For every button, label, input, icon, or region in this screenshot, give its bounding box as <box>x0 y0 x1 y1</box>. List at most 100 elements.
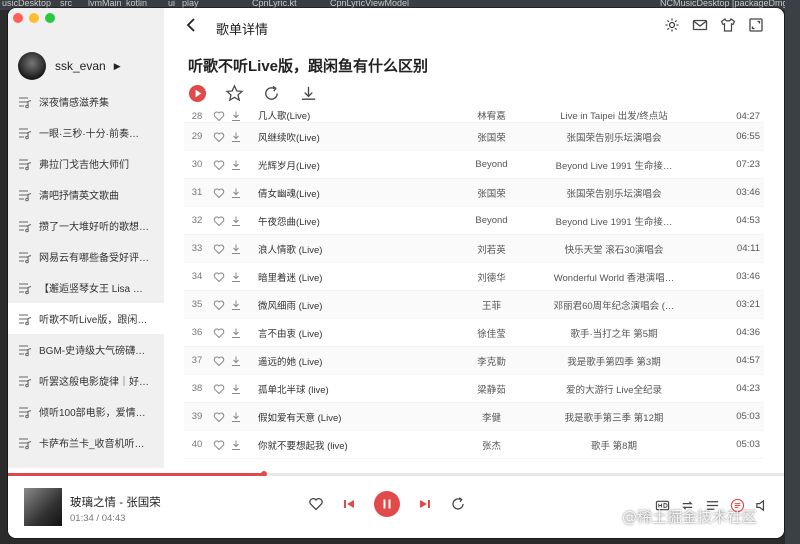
download-icon[interactable] <box>299 84 318 103</box>
maximize-window-button[interactable] <box>45 13 55 23</box>
shirt-icon[interactable] <box>720 17 736 33</box>
song-title[interactable]: 风继续吹(Live) <box>244 130 434 144</box>
song-title[interactable]: 你就不要想起我 (live) <box>244 438 434 452</box>
gear-icon[interactable] <box>664 17 680 33</box>
avatar[interactable] <box>18 52 46 80</box>
song-row[interactable]: 29 风继续吹(Live) 张国荣 张国荣告别乐坛演唱会 06:55 <box>184 123 764 151</box>
song-title[interactable]: 遥远的她 (Live) <box>244 354 434 368</box>
heart-icon[interactable] <box>308 496 324 512</box>
download-icon[interactable] <box>227 111 244 122</box>
song-album[interactable]: 邓丽君60周年纪念演唱会 (… <box>549 298 679 312</box>
song-row[interactable]: 36 言不由衷 (Live) 徐佳莹 歌手·当打之年 第5期 04:36 <box>184 319 764 347</box>
song-row[interactable]: 38 孤单北半球 (live) 梁静茹 爱的大游行 Live全纪录 04:23 <box>184 375 764 403</box>
song-artist[interactable]: 刘德华 <box>434 270 549 284</box>
sidebar-playlist-item[interactable]: 弗拉门戈吉他大师们 <box>8 148 164 179</box>
heart-icon[interactable] <box>210 271 227 283</box>
heart-icon[interactable] <box>210 439 227 451</box>
song-row[interactable]: 32 午夜怨曲(Live) Beyond Beyond Live 1991 生命接… 0… <box>184 207 764 235</box>
sidebar-playlist-item[interactable]: 倾听100部电影，爱情… <box>8 396 164 427</box>
song-album[interactable]: 我是歌手第四季 第3期 <box>549 354 679 368</box>
sidebar-playlist-item[interactable]: 攒了一大堆好听的歌想… <box>8 210 164 241</box>
song-album[interactable]: 快乐天堂 滚石30演唱会 <box>549 242 679 256</box>
pause-button[interactable] <box>374 491 400 517</box>
heart-icon[interactable] <box>210 355 227 367</box>
heart-icon[interactable] <box>210 111 227 122</box>
user-profile[interactable]: ssk_evan ▶ <box>18 52 121 80</box>
song-album[interactable]: 歌手·当打之年 第5期 <box>549 326 679 340</box>
song-album[interactable]: 我是歌手第三季 第12期 <box>549 410 679 424</box>
minimize-window-button[interactable] <box>29 13 39 23</box>
sidebar-playlist-item[interactable]: BGM-史诗级大气磅礴… <box>8 334 164 365</box>
song-title[interactable]: 暗里着迷 (Live) <box>244 270 434 284</box>
song-row[interactable]: 30 光辉岁月(Live) Beyond Beyond Live 1991 生命接… 0… <box>184 151 764 179</box>
song-row[interactable]: 28 几人歌(Live) 林宥嘉 Live in Taipei 出发/终点站 04:27 <box>184 111 764 123</box>
heart-icon[interactable] <box>210 383 227 395</box>
play-all-icon[interactable] <box>188 84 207 103</box>
download-icon[interactable] <box>227 299 244 311</box>
song-artist[interactable]: 张国荣 <box>434 130 549 144</box>
song-artist[interactable]: 王菲 <box>434 298 549 312</box>
song-title[interactable]: 光辉岁月(Live) <box>244 158 434 172</box>
song-album[interactable]: 爱的大游行 Live全纪录 <box>549 382 679 396</box>
heart-icon[interactable] <box>210 327 227 339</box>
album-cover[interactable] <box>24 488 62 526</box>
song-row[interactable]: 37 遥远的她 (Live) 李克勤 我是歌手第四季 第3期 04:57 <box>184 347 764 375</box>
sidebar-playlist-item[interactable]: 一眼·三秒·十分·前奏… <box>8 117 164 148</box>
back-arrow-icon[interactable] <box>184 17 198 33</box>
song-album[interactable]: Wonderful World 香港演唱… <box>549 270 679 284</box>
song-title[interactable]: 微风细雨 (Live) <box>244 298 434 312</box>
download-icon[interactable] <box>227 271 244 283</box>
song-artist[interactable]: 李克勤 <box>434 354 549 368</box>
now-playing-title[interactable]: 玻璃之情 - 张国荣 <box>70 494 161 510</box>
download-icon[interactable] <box>227 215 244 227</box>
sidebar-playlist-item[interactable]: 网易云有哪些备受好评… <box>8 241 164 272</box>
download-icon[interactable] <box>227 243 244 255</box>
song-title[interactable]: 几人歌(Live) <box>244 111 434 122</box>
download-icon[interactable] <box>227 327 244 339</box>
song-artist[interactable]: Beyond <box>434 159 549 170</box>
fullscreen-icon[interactable] <box>748 17 764 33</box>
download-icon[interactable] <box>227 187 244 199</box>
song-title[interactable]: 假如爱有天意 (Live) <box>244 410 434 424</box>
download-icon[interactable] <box>227 131 244 143</box>
song-album[interactable]: Beyond Live 1991 生命接… <box>549 158 679 172</box>
sidebar-playlist-item[interactable]: 【邂逅竖琴女王 Lisa … <box>8 272 164 303</box>
song-title[interactable]: 言不由衷 (Live) <box>244 326 434 340</box>
song-album[interactable]: Beyond Live 1991 生命接… <box>549 214 679 228</box>
sidebar-playlist-item[interactable]: 听罢这般电影旋律｜好… <box>8 365 164 396</box>
download-icon[interactable] <box>227 355 244 367</box>
song-artist[interactable]: 刘若英 <box>434 242 549 256</box>
heart-icon[interactable] <box>210 243 227 255</box>
sidebar-playlist-item[interactable]: 听歌不听Live版，跟闲… <box>8 303 164 334</box>
sidebar-playlist-item[interactable]: 卡萨布兰卡_收音机听… <box>8 427 164 458</box>
heart-icon[interactable] <box>210 215 227 227</box>
song-row[interactable]: 31 倩女幽魂(Live) 张国荣 张国荣告别乐坛演唱会 03:46 <box>184 179 764 207</box>
heart-icon[interactable] <box>210 411 227 423</box>
song-row[interactable]: 39 假如爱有天意 (Live) 李健 我是歌手第三季 第12期 05:03 <box>184 403 764 431</box>
song-artist[interactable]: 张国荣 <box>434 186 549 200</box>
song-title[interactable]: 倩女幽魂(Live) <box>244 186 434 200</box>
sidebar-playlist-item[interactable]: 深夜情感滋养集 <box>8 86 164 117</box>
song-album[interactable]: 张国荣告别乐坛演唱会 <box>549 130 679 144</box>
heart-icon[interactable] <box>210 131 227 143</box>
song-artist[interactable]: 张杰 <box>434 438 549 452</box>
song-row[interactable]: 33 浪人情歌 (Live) 刘若英 快乐天堂 滚石30演唱会 04:11 <box>184 235 764 263</box>
song-artist[interactable]: 李健 <box>434 410 549 424</box>
song-artist[interactable]: 梁静茹 <box>434 382 549 396</box>
download-icon[interactable] <box>227 411 244 423</box>
close-window-button[interactable] <box>13 13 23 23</box>
download-icon[interactable] <box>227 159 244 171</box>
song-album[interactable]: Live in Taipei 出发/终点站 <box>549 111 679 122</box>
heart-icon[interactable] <box>210 159 227 171</box>
song-row[interactable]: 40 你就不要想起我 (live) 张杰 歌手 第8期 05:03 <box>184 431 764 459</box>
heart-icon[interactable] <box>210 187 227 199</box>
previous-track-icon[interactable] <box>342 497 356 511</box>
share-icon[interactable] <box>450 496 466 512</box>
song-row[interactable]: 34 暗里着迷 (Live) 刘德华 Wonderful World 香港演唱… 03:… <box>184 263 764 291</box>
next-track-icon[interactable] <box>418 497 432 511</box>
download-icon[interactable] <box>227 383 244 395</box>
song-title[interactable]: 浪人情歌 (Live) <box>244 242 434 256</box>
volume-icon[interactable] <box>755 498 770 513</box>
song-title[interactable]: 午夜怨曲(Live) <box>244 214 434 228</box>
song-album[interactable]: 歌手 第8期 <box>549 438 679 452</box>
